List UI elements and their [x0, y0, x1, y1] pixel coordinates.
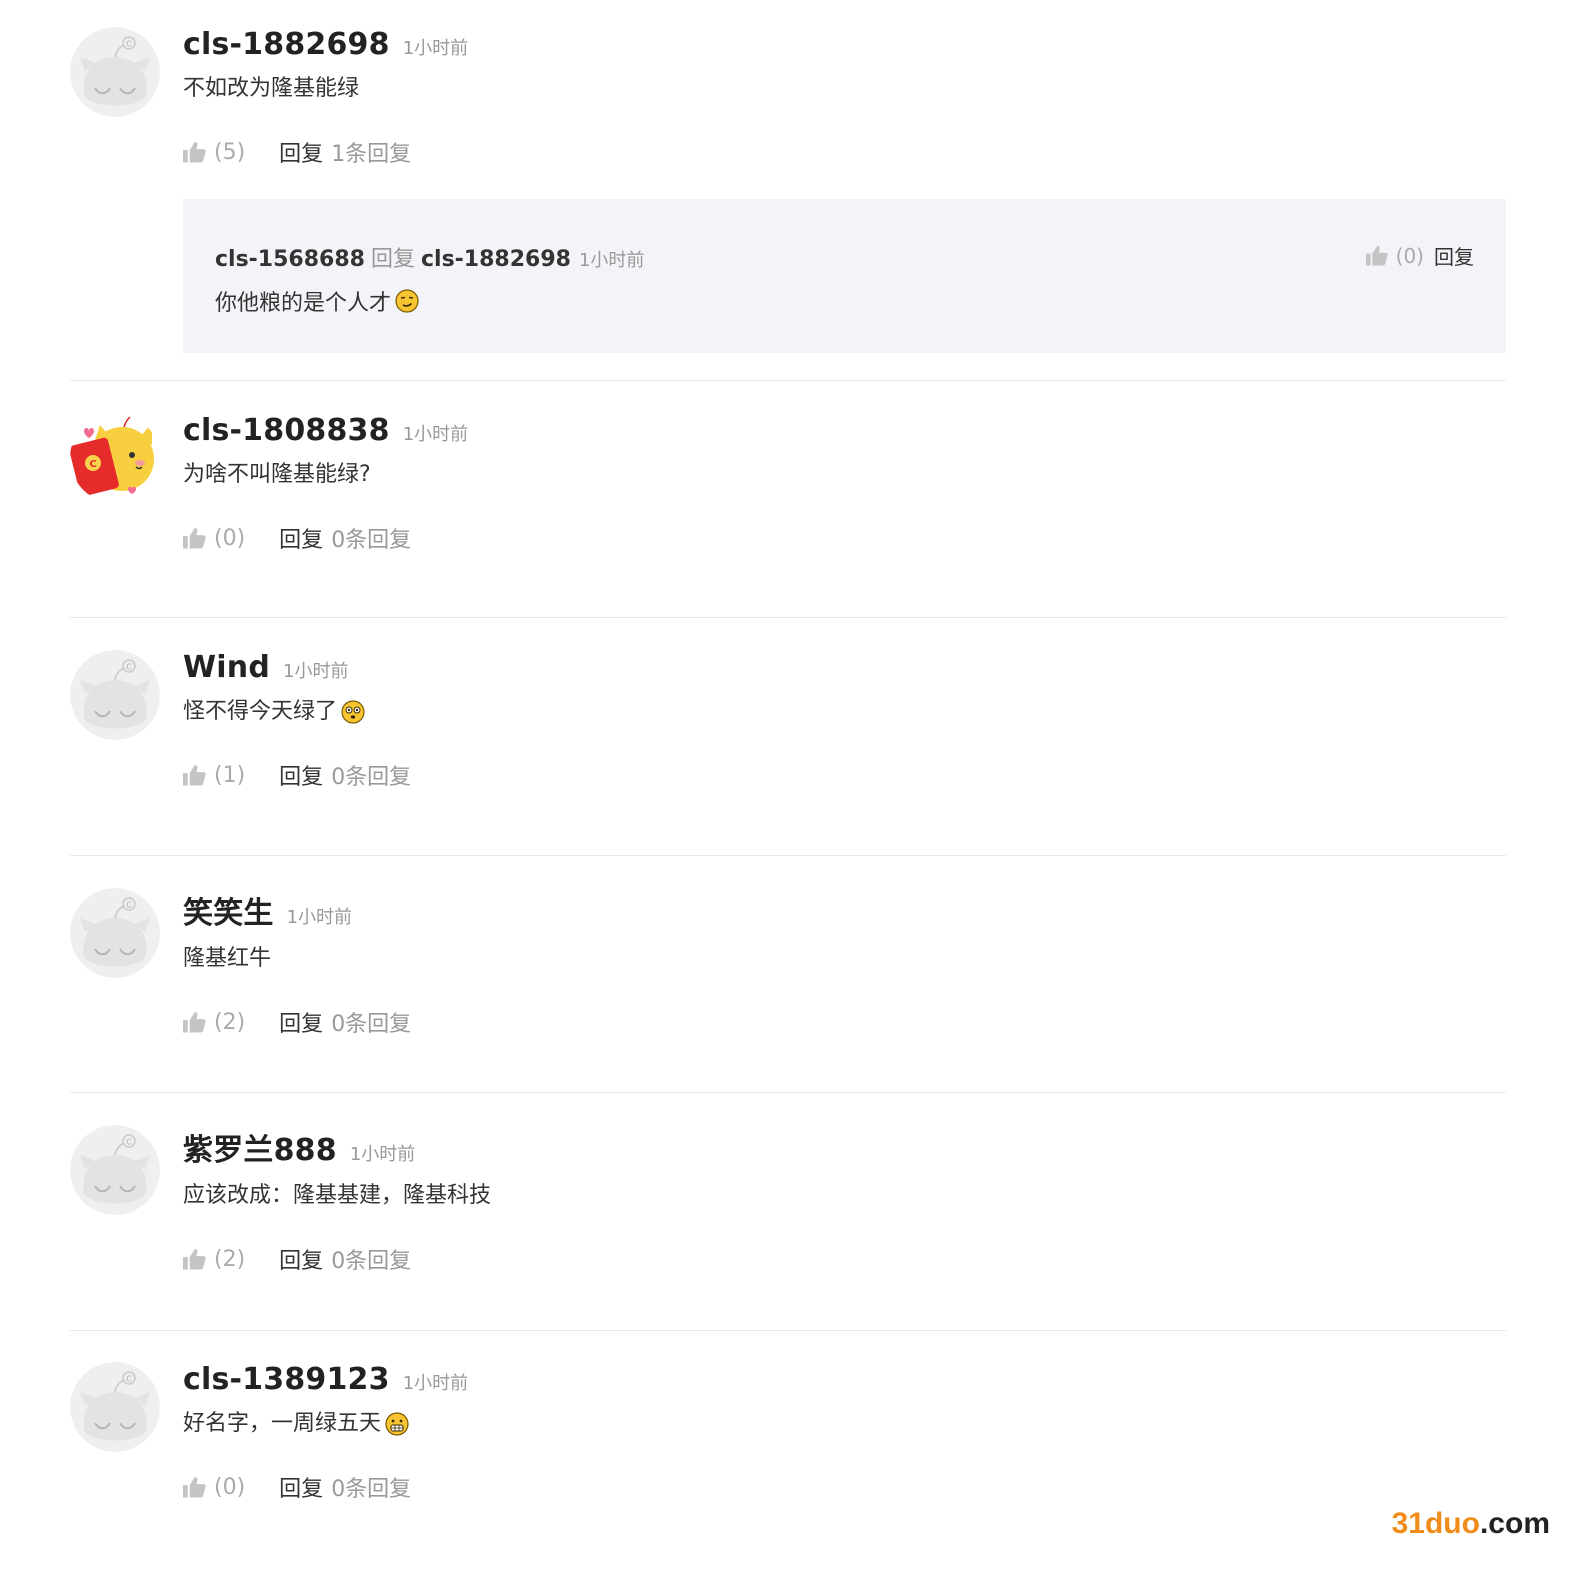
- comment-actions: (2) 回复 0条回复: [183, 1006, 1506, 1038]
- thumbs-up-icon: [183, 141, 206, 163]
- timestamp: 1小时前: [283, 661, 349, 682]
- like-count: (2): [214, 1246, 246, 1272]
- like-count: (0): [214, 525, 246, 551]
- like-button[interactable]: (2): [183, 1247, 245, 1272]
- comment-body: Wind 1小时前 怪不得今天绿了 (1) 回复 0条回复: [183, 650, 1506, 791]
- watermark-logo: 31duo.com: [1392, 1507, 1550, 1541]
- divider: [70, 1092, 1506, 1093]
- timestamp: 1小时前: [402, 424, 469, 445]
- reply-count-link[interactable]: 0条回复: [331, 1471, 411, 1503]
- comment-text: 怪不得今天绿了: [183, 699, 338, 724]
- username[interactable]: 紫罗兰888: [183, 1125, 337, 1169]
- reply-to-label: 回复: [370, 247, 415, 272]
- comment-body: cls-1808838 1小时前 为啥不叫隆基能绿? (0) 回复 0条回复: [183, 413, 1506, 554]
- reply-count-link[interactable]: 0条回复: [331, 522, 411, 554]
- like-button[interactable]: (0): [183, 1475, 245, 1500]
- like-button[interactable]: (0): [183, 526, 245, 551]
- comment-text-line: 好名字，一周绿五天: [183, 1409, 1506, 1439]
- username[interactable]: cls-1882698: [183, 27, 390, 62]
- comment-text: 应该改成：隆基基建，隆基科技: [183, 1183, 492, 1208]
- like-count: (1): [214, 762, 246, 788]
- reply-button[interactable]: 回复: [279, 1243, 323, 1275]
- reply-text: 你他粮的是个人才: [215, 291, 392, 316]
- reply-timestamp: 1小时前: [578, 250, 645, 271]
- reply-button[interactable]: 回复: [279, 136, 323, 168]
- comment-body: 紫罗兰888 1小时前 应该改成：隆基基建，隆基科技 (2) 回复 0条回复: [183, 1125, 1506, 1275]
- smirk-emoji-icon: [395, 289, 419, 313]
- thumbs-up-icon: [183, 1248, 206, 1270]
- reply-count-link[interactable]: 0条回复: [331, 1006, 411, 1038]
- comment-body: 笑笑生 1小时前 隆基红牛 (2) 回复 0条回复: [183, 888, 1506, 1038]
- reply-button[interactable]: 回复: [279, 759, 323, 791]
- comment-actions: (1) 回复 0条回复: [183, 759, 1506, 791]
- reply-like-button[interactable]: (0): [1366, 244, 1424, 268]
- like-count: (2): [214, 1009, 246, 1035]
- avatar[interactable]: [70, 27, 160, 117]
- reply-button[interactable]: 回复: [279, 1006, 323, 1038]
- timestamp: 1小时前: [402, 1373, 469, 1394]
- reply-text-line: 你他粮的是个人才: [215, 285, 419, 317]
- avatar[interactable]: [70, 1362, 160, 1452]
- comment-text: 不如改为隆基能绿: [183, 76, 360, 101]
- like-count: (5): [214, 139, 246, 165]
- comment-text-line: 怪不得今天绿了: [183, 697, 1506, 727]
- thumbs-up-icon: [183, 764, 206, 786]
- reply-count-link[interactable]: 0条回复: [331, 759, 411, 791]
- comment-actions: (0) 回复 0条回复: [183, 1471, 1506, 1503]
- reply-button[interactable]: 回复: [279, 1471, 323, 1503]
- like-button[interactable]: (5): [183, 140, 245, 165]
- like-button[interactable]: (2): [183, 1010, 245, 1035]
- comment-actions: (0) 回复 0条回复: [183, 522, 1506, 554]
- thumbs-up-icon: [183, 527, 206, 549]
- svg-text:C: C: [89, 459, 96, 470]
- reply-reply-button[interactable]: 回复: [1434, 241, 1474, 270]
- comment-body: cls-1389123 1小时前 好名字，一周绿五天 (0) 回复 0条回复: [183, 1362, 1506, 1503]
- watermark-part1: 31duo: [1391, 1507, 1480, 1540]
- comment-text: 好名字，一周绿五天: [183, 1411, 382, 1436]
- reply-target-username[interactable]: cls-1882698: [421, 247, 571, 272]
- thumbs-up-icon: [1366, 245, 1388, 266]
- grimace-emoji-icon: [385, 1412, 409, 1436]
- comment-body: cls-1882698 1小时前 不如改为隆基能绿 (5) 回复 1条回复: [183, 27, 1506, 168]
- avatar[interactable]: [70, 1125, 160, 1215]
- timestamp: 1小时前: [349, 1144, 416, 1165]
- reply-like-count: (0): [1395, 243, 1424, 268]
- reply-count-link[interactable]: 0条回复: [331, 1243, 411, 1275]
- like-button[interactable]: (1): [183, 763, 245, 788]
- reply-count-link[interactable]: 1条回复: [331, 136, 411, 168]
- username[interactable]: 笑笑生: [183, 888, 274, 932]
- comment-text: 为啥不叫隆基能绿?: [183, 462, 371, 487]
- comment-text: 隆基红牛: [183, 946, 272, 971]
- flushed-emoji-icon: [341, 700, 365, 724]
- divider: [70, 855, 1506, 856]
- divider: [70, 380, 1506, 381]
- username[interactable]: cls-1389123: [183, 1362, 390, 1397]
- username[interactable]: cls-1808838: [183, 413, 390, 448]
- like-count: (0): [214, 1474, 246, 1500]
- nested-reply: cls-1568688 回复 cls-1882698 1小时前 你他粮的是个人才…: [183, 199, 1506, 353]
- divider: [70, 1330, 1506, 1331]
- reply-actions: (0) 回复: [1366, 241, 1474, 270]
- divider: [70, 617, 1506, 618]
- reply-username[interactable]: cls-1568688: [215, 247, 365, 272]
- thumbs-up-icon: [183, 1476, 206, 1498]
- comment-actions: (2) 回复 0条回复: [183, 1243, 1506, 1275]
- username[interactable]: Wind: [183, 650, 270, 685]
- avatar[interactable]: [70, 650, 160, 740]
- timestamp: 1小时前: [402, 38, 469, 59]
- reply-button[interactable]: 回复: [279, 522, 323, 554]
- comment-actions: (5) 回复 1条回复: [183, 136, 1506, 168]
- avatar[interactable]: C: [70, 413, 160, 503]
- timestamp: 1小时前: [286, 907, 353, 928]
- thumbs-up-icon: [183, 1011, 206, 1033]
- avatar[interactable]: [70, 888, 160, 978]
- watermark-part2: .com: [1479, 1507, 1550, 1540]
